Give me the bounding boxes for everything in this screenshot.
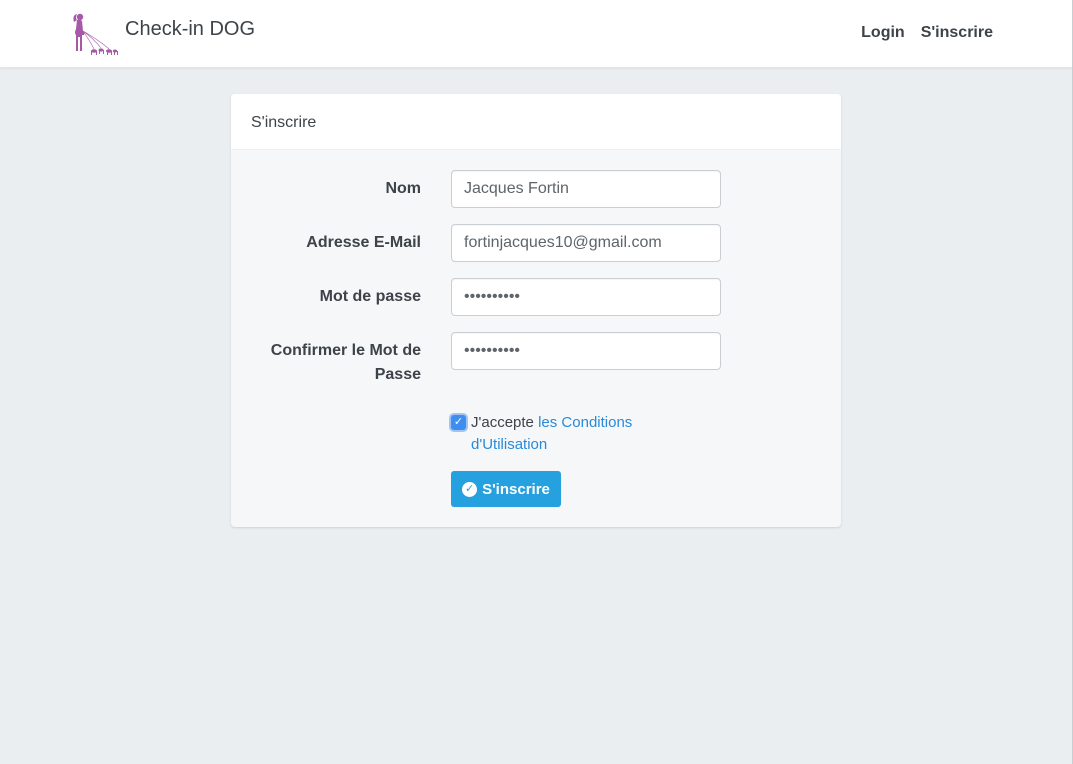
submit-label: S'inscrire [482,480,550,498]
name-input[interactable] [451,170,721,208]
nav-links: Login S'inscrire [861,24,993,42]
woman-walking-dogs-logo [73,13,118,55]
password-label: Mot de passe [319,288,421,305]
password-input[interactable] [451,278,721,316]
terms-checkbox[interactable]: ✓ [451,415,466,430]
register-submit-button[interactable]: ✓ S'inscrire [451,471,561,507]
terms-checkbox-group: ✓ J'accepte les Conditions d'Utilisation [451,412,691,456]
card-title: S'inscrire [231,94,841,150]
check-circle-icon: ✓ [462,481,478,497]
confirm-password-label: Confirmer le Mot de Passe [270,342,421,383]
terms-text: J'accepte les Conditions d'Utilisation [471,412,691,456]
nav-register-link[interactable]: S'inscrire [921,24,993,42]
email-input[interactable] [451,224,721,262]
terms-prefix: J'accepte [471,414,539,431]
brand-name: Check-in DOG [125,17,256,40]
brand-link[interactable]: Check-in DOG [68,10,255,58]
register-card: S'inscrire Nom Adresse E-Mail Mot de pas… [231,94,841,527]
confirm-password-input[interactable] [451,332,721,370]
email-label: Adresse E-Mail [306,234,421,251]
navbar: Check-in DOG Login S'inscrire [0,0,1073,68]
nav-login-link[interactable]: Login [861,24,905,42]
name-label: Nom [385,180,421,197]
checkmark-icon: ✓ [453,416,464,428]
